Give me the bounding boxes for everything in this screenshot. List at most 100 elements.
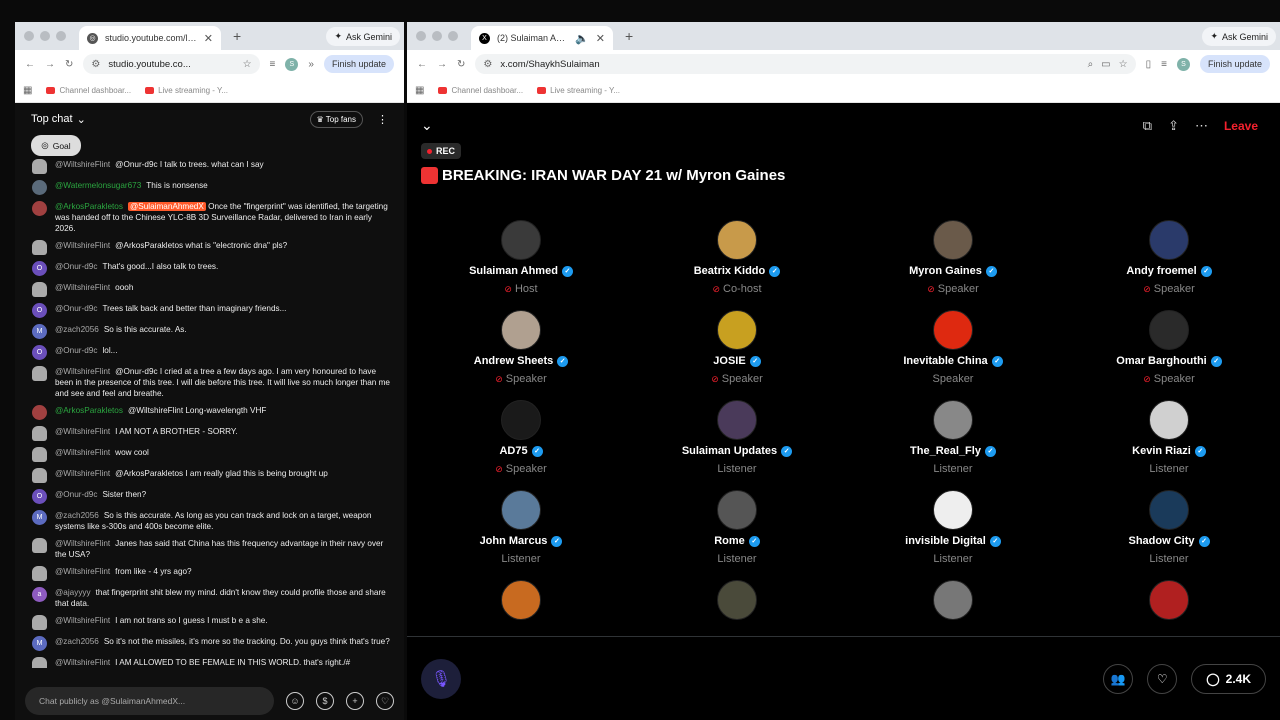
site-info-icon[interactable]: ⚙ [483,59,492,70]
avatar[interactable] [32,366,47,381]
avatar[interactable] [32,201,47,216]
participant-avatar[interactable] [1149,580,1189,620]
extensions-icon[interactable]: ≡ [270,59,276,70]
participant-avatar[interactable] [933,310,973,350]
message-author[interactable]: @zach2056 [55,637,99,646]
bookmark-live-streaming[interactable]: Live streaming - Y... [145,86,228,95]
chat-message[interactable]: @WiltshireFlint @Onur-d9c I cried at a tr… [15,363,404,402]
message-author[interactable]: @WiltshireFlint [55,427,110,436]
chat-message[interactable]: O @Onur-d9c Sister then? [15,486,404,507]
avatar[interactable]: O [32,261,47,276]
bookmark-channel-dashboard[interactable]: Channel dashboar... [438,86,523,95]
participant-avatar[interactable] [933,580,973,620]
chat-mode-selector[interactable]: Top chat ⌄ [31,113,310,126]
avatar[interactable] [32,240,47,255]
profile-avatar[interactable]: S [1176,57,1190,71]
avatar[interactable] [32,405,47,420]
avatar[interactable] [32,159,47,174]
chat-message[interactable]: M @zach2056 So it's not the missiles, it's… [15,633,404,654]
message-author[interactable]: @WiltshireFlint [55,160,110,169]
participant-avatar[interactable] [717,400,757,440]
reload-icon[interactable]: ↻ [457,59,465,70]
message-author[interactable]: @ajayyyy [55,588,91,597]
sidepanel-icon[interactable]: ▯ [1146,59,1152,70]
chat-message[interactable]: M @zach2056 So is this accurate. As long a… [15,507,404,535]
participant-avatar[interactable] [501,490,541,530]
chat-message[interactable]: O @Onur-d9c lol... [15,342,404,363]
avatar[interactable]: O [32,345,47,360]
browser-tab[interactable]: X (2) Sulaiman Ahmed (@S 🔈 ✕ [471,26,613,50]
participant[interactable]: Sulaiman Updates ✓ Listener [629,400,845,483]
participant[interactable]: Andrew Sheets ✓ ⊘ Speaker [413,310,629,393]
message-author[interactable]: @ArkosParakletos [55,406,123,415]
participant-avatar[interactable] [1149,490,1189,530]
chat-message[interactable]: @WiltshireFlint Janes has said that China… [15,535,404,563]
apps-icon[interactable]: ▦ [23,85,32,96]
minimize-chevron-icon[interactable]: ⌄ [421,117,1127,134]
address-bar[interactable]: ⚙ x.com/ShaykhSulaiman ⌕ ▭ ☆ [475,54,1136,74]
back-icon[interactable]: ← [417,59,427,70]
close-tab-icon[interactable]: ✕ [596,32,605,45]
message-author[interactable]: @WiltshireFlint [55,658,110,667]
ask-gemini-button[interactable]: ✦ Ask Gemini [1202,27,1276,46]
avatar[interactable] [32,447,47,462]
comments-button[interactable]: ◯ 2.4K [1191,663,1266,694]
message-author[interactable]: @WiltshireFlint [55,616,110,625]
participant[interactable]: John Marcus ✓ Listener [413,490,629,573]
participant-avatar[interactable] [933,220,973,260]
message-author[interactable]: @Onur-d9c [55,490,97,499]
participant[interactable]: Andy froemel ✓ ⊘ Speaker [1061,220,1277,303]
avatar[interactable]: a [32,587,47,602]
chat-message[interactable]: @ArkosParakletos @SulaimanAhmedX Once the… [15,198,404,237]
participant-avatar[interactable] [501,400,541,440]
more-options-icon[interactable]: ⋯ [1195,118,1208,134]
participant[interactable]: Kevin Riazi ✓ Listener [1061,400,1277,483]
participant[interactable]: The_Real_Fly ✓ Listener [845,400,1061,483]
message-author[interactable]: @Onur-d9c [55,262,97,271]
people-button[interactable]: 👥 [1103,663,1134,694]
bookmark-star-icon[interactable]: ☆ [243,59,252,70]
participant-avatar[interactable] [501,580,541,620]
participant[interactable]: Shadow City ✓ Listener [1061,490,1277,573]
participant[interactable]: Omar Barghouthi ✓ ⊘ Speaker [1061,310,1277,393]
chat-message[interactable]: @WiltshireFlint wow cool [15,444,404,465]
participant-avatar[interactable] [1149,220,1189,260]
message-author[interactable]: @WiltshireFlint [55,539,110,548]
forward-icon[interactable]: → [45,59,55,70]
participant[interactable]: invisible Digital ✓ Listener [845,490,1061,573]
chat-message[interactable]: @WiltshireFlint I AM NOT A BROTHER - SORR… [15,423,404,444]
avatar[interactable] [32,426,47,441]
chat-message[interactable]: O @Onur-d9c That's good...I also talk to t… [15,258,404,279]
participant-avatar[interactable] [1149,310,1189,350]
avatar[interactable] [32,615,47,630]
chat-message[interactable]: a @ajayyyy that fingerprint shit blew my m… [15,584,404,612]
avatar[interactable]: M [32,636,47,651]
avatar[interactable]: O [32,303,47,318]
participant-avatar[interactable] [717,580,757,620]
profile-avatar[interactable]: S [285,57,299,71]
participant[interactable]: Rome ✓ Listener [629,490,845,573]
chat-message[interactable]: @Watermelonsugar673 This is nonsense [15,177,404,198]
message-author[interactable]: @Watermelonsugar673 [55,181,141,190]
bookmark-channel-dashboard[interactable]: Channel dashboar... [46,86,131,95]
participant-avatar[interactable] [933,400,973,440]
participant[interactable]: JOSIE ✓ ⊘ Speaker [629,310,845,393]
participant[interactable]: AD75 ✓ ⊘ Speaker [413,400,629,483]
message-author[interactable]: @WiltshireFlint [55,448,110,457]
dock-icon[interactable]: ⧉ [1143,118,1152,134]
chat-message[interactable]: O @Onur-d9c Trees talk back and better tha… [15,300,404,321]
apps-icon[interactable]: ▦ [415,85,424,96]
message-author[interactable]: @zach2056 [55,325,99,334]
message-author[interactable]: @WiltshireFlint [55,567,110,576]
avatar[interactable] [32,282,47,297]
chat-message[interactable]: @WiltshireFlint oooh [15,279,404,300]
speaker-icon[interactable]: 🔈 [575,32,589,45]
chat-input[interactable]: Chat publicly as @SulaimanAhmedX... [25,687,274,715]
chat-message[interactable]: @WiltshireFlint @ArkosParakletos I am rea… [15,465,404,486]
zoom-icon[interactable]: ⌕ [1088,59,1094,70]
more-options-icon[interactable]: ⋮ [377,113,388,126]
participant[interactable]: Sulaiman Ahmed ✓ ⊘ Host [413,220,629,303]
participant-avatar[interactable] [717,310,757,350]
participant[interactable]: Inevitable China ✓ Speaker [845,310,1061,393]
message-author[interactable]: @Onur-d9c [55,304,97,313]
